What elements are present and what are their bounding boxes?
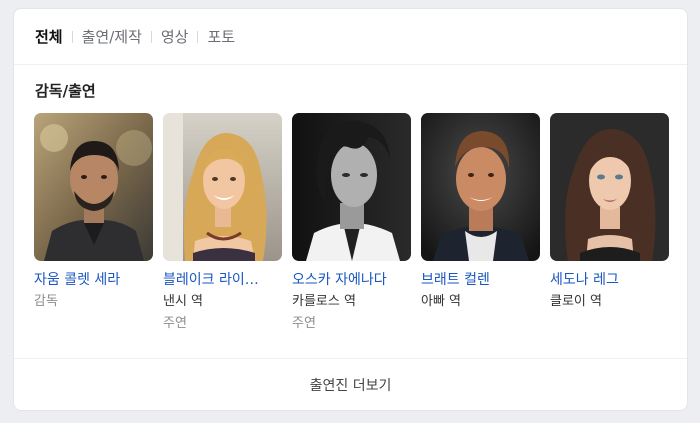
person-role: 감독 bbox=[34, 294, 58, 309]
person-card-supporting-actress[interactable]: 세도나 레그 클로이 역 bbox=[550, 113, 669, 335]
cast-card: 전체 출연/제작 영상 포토 감독/출연 자움 콜렛 세라 감독 블레이크 라이… bbox=[13, 8, 688, 411]
person-name[interactable]: 오스카 자에나다 bbox=[292, 269, 411, 291]
person-photo[interactable] bbox=[163, 113, 282, 261]
tab-video[interactable]: 영상 bbox=[161, 27, 189, 47]
person-photo[interactable] bbox=[550, 113, 669, 261]
tab-divider bbox=[71, 30, 73, 43]
person-role: 낸시 역 bbox=[163, 294, 204, 309]
tab-cast-production[interactable]: 출연/제작 bbox=[82, 27, 142, 47]
person-name[interactable]: 브래트 컬렌 bbox=[421, 269, 540, 291]
person-card-supporting-actor[interactable]: 브래트 컬렌 아빠 역 bbox=[421, 113, 540, 335]
tab-photo[interactable]: 포토 bbox=[207, 27, 235, 47]
person-photo[interactable] bbox=[292, 113, 411, 261]
person-name[interactable]: 세도나 레그 bbox=[550, 269, 669, 291]
tab-all[interactable]: 전체 bbox=[35, 27, 63, 47]
person-card-director[interactable]: 자움 콜렛 세라 감독 bbox=[34, 113, 153, 335]
tab-divider bbox=[197, 30, 199, 43]
people-list: 자움 콜렛 세라 감독 블레이크 라이… 낸시 역 주연 오스카 자에나다 카를… bbox=[34, 113, 669, 335]
tab-bar: 전체 출연/제작 영상 포토 bbox=[14, 9, 687, 65]
person-name[interactable]: 블레이크 라이… bbox=[163, 269, 282, 291]
person-name[interactable]: 자움 콜렛 세라 bbox=[34, 269, 153, 291]
person-photo[interactable] bbox=[34, 113, 153, 261]
section-title: 감독/출연 bbox=[35, 82, 96, 100]
person-card-lead-actor[interactable]: 오스카 자에나다 카를로스 역 주연 bbox=[292, 113, 411, 335]
person-role-type: 주연 bbox=[163, 316, 187, 331]
person-card-lead-actress[interactable]: 블레이크 라이… 낸시 역 주연 bbox=[163, 113, 282, 335]
person-role: 카를로스 역 bbox=[292, 294, 356, 309]
person-role-type: 주연 bbox=[292, 316, 316, 331]
person-role: 아빠 역 bbox=[421, 294, 462, 309]
tab-divider bbox=[150, 30, 152, 43]
show-more-cast-button[interactable]: 출연진 더보기 bbox=[14, 358, 687, 410]
person-role: 클로이 역 bbox=[550, 294, 602, 309]
person-photo[interactable] bbox=[421, 113, 540, 261]
